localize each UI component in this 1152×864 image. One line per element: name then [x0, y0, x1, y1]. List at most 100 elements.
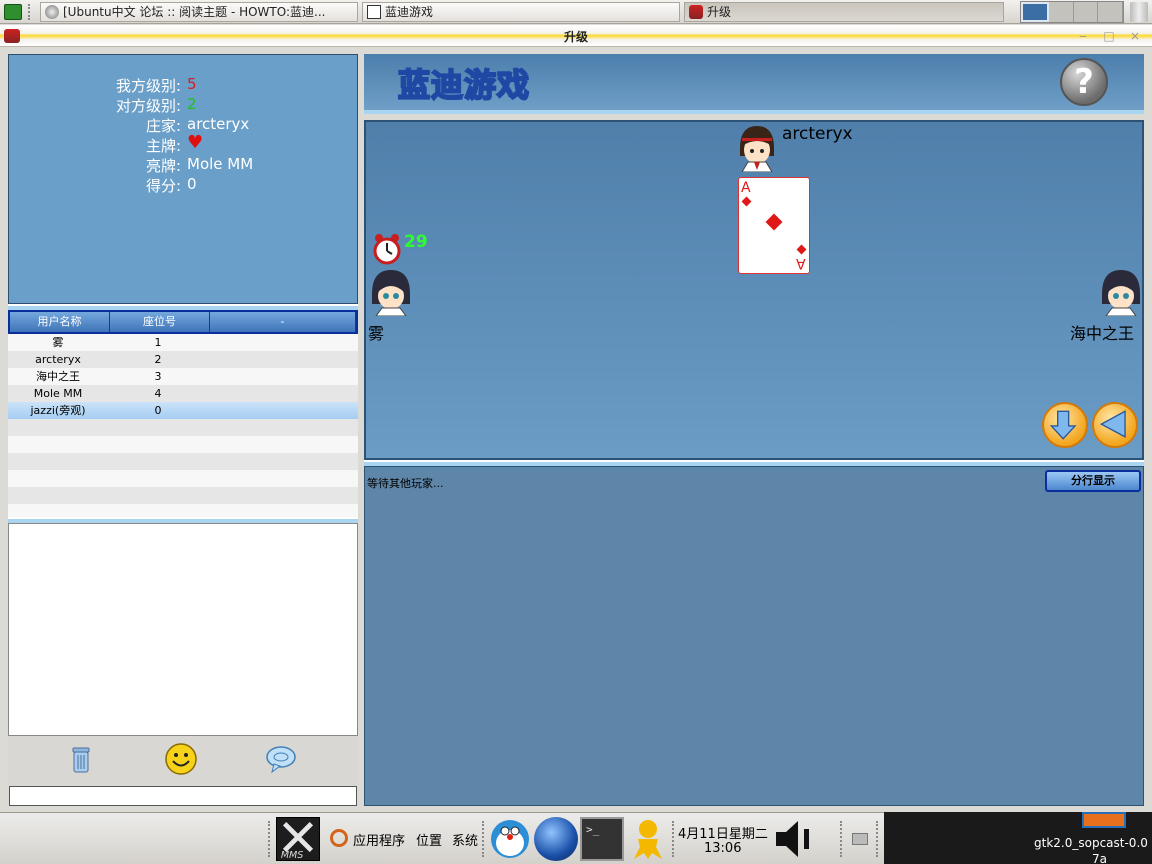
message-area[interactable]: 等待其他玩家... 分行显示: [364, 466, 1144, 806]
applications-menu[interactable]: 应用程序: [353, 830, 405, 849]
col-header-seat[interactable]: 座位号: [110, 312, 210, 332]
score-label: 得分:: [145, 177, 181, 195]
panel-handle[interactable]: [672, 821, 676, 857]
trump-label: 主牌:: [145, 137, 181, 155]
arrow-left-icon: [1099, 410, 1126, 439]
shown-value: Mole MM: [187, 155, 254, 173]
doraemon-logo: [491, 820, 529, 858]
row-seat: 1: [154, 336, 162, 349]
shown-row: 亮牌: Mole MM: [9, 155, 359, 175]
maximize-button[interactable]: □: [1102, 29, 1116, 43]
my-level-label: 我方级别:: [115, 77, 181, 95]
table-header: 用户名称 座位号 -: [8, 310, 358, 334]
dealer-label: 庄家:: [145, 117, 181, 135]
volume-icon[interactable]: [772, 817, 814, 861]
opp-level-row: 对方级别: 2: [9, 95, 359, 115]
trash-icon[interactable]: [1130, 2, 1148, 22]
row-seat: 2: [154, 353, 162, 366]
panel-handle[interactable]: [268, 821, 272, 857]
workspace-2[interactable]: [1048, 2, 1074, 22]
user-list-table: 用户名称 座位号 - 雾1 arcteryx 2 海中之王 3 Mole MM 4 j…: [8, 310, 358, 521]
row-name: 雾: [52, 336, 64, 349]
landi-logo: 蓝迪游戏: [397, 65, 531, 105]
panel-handle[interactable]: [840, 821, 844, 857]
close-button[interactable]: ×: [1128, 29, 1142, 43]
row-seat: 3: [154, 370, 162, 383]
my-level-value: 5: [187, 75, 197, 93]
xmms-icon[interactable]: MMS: [276, 817, 320, 861]
panel-handle[interactable]: [482, 821, 486, 857]
col-header-username[interactable]: 用户名称: [10, 312, 110, 332]
right-player-name: 海中之王: [1070, 324, 1135, 343]
avatar-right-player: [1102, 270, 1140, 316]
card-rank-bottom: A: [796, 255, 806, 271]
row-seat: 4: [154, 387, 162, 400]
table-row[interactable]: 雾1: [8, 334, 358, 351]
gaim-icon[interactable]: [626, 817, 670, 861]
row-extra: [208, 368, 358, 385]
undo-button[interactable]: [1092, 402, 1138, 448]
row-name: 海中之王: [36, 370, 80, 383]
played-card-ace-diamonds[interactable]: A A: [738, 177, 810, 274]
diamond-icon: [765, 213, 783, 231]
window-list-task-line2: 7a: [1092, 852, 1107, 864]
task-shengji-label: 升级: [707, 5, 732, 19]
table-row-selected[interactable]: jazzi(旁观) 0: [8, 402, 358, 419]
row-seat: 0: [154, 404, 162, 417]
gaim-logo: [634, 820, 662, 859]
play-card-button[interactable]: [1042, 402, 1088, 448]
empty-row: [8, 487, 358, 504]
task-browser[interactable]: [Ubuntu中文 论坛 :: 阅读主题 - HOWTO:蓝迪...: [40, 2, 358, 22]
game-info-panel: 我方级别: 5 对方级别: 2 庄家: arcteryx 主牌: ♥ 亮牌: M…: [8, 54, 358, 304]
workspace-switcher[interactable]: [1020, 1, 1124, 23]
system-menu[interactable]: 系统: [452, 830, 478, 849]
minimize-button[interactable]: ‒: [1076, 29, 1090, 43]
ubuntu-logo-icon[interactable]: [330, 829, 348, 847]
avatar-left-player: [372, 270, 410, 316]
places-menu[interactable]: 位置: [416, 830, 442, 849]
window-list-area[interactable]: gtk2.0_sopcast-0.0 7a: [884, 812, 1152, 864]
game-header: 蓝迪游戏 ?: [364, 54, 1144, 114]
table-row[interactable]: Mole MM 4: [8, 385, 358, 402]
arrow-down-icon: [1049, 410, 1077, 440]
heart-icon: ♥: [187, 132, 204, 153]
terminal-icon[interactable]: >_: [580, 817, 624, 861]
col-header-extra[interactable]: -: [210, 312, 356, 332]
firefox-icon[interactable]: [534, 817, 578, 861]
svg-text:MMS: MMS: [281, 850, 304, 860]
table-row[interactable]: 海中之王 3: [8, 368, 358, 385]
card-table[interactable]: arcteryx A A 29 雾 海中之王: [364, 120, 1144, 460]
chat-history[interactable]: [8, 523, 358, 736]
window-list-icon: [1082, 812, 1126, 828]
task-shengji[interactable]: 升级: [684, 2, 1004, 22]
avatar-top-player: [740, 126, 774, 172]
printer-icon[interactable]: [852, 833, 868, 845]
task-landi[interactable]: 蓝迪游戏: [362, 2, 680, 22]
chat-input[interactable]: [9, 786, 357, 806]
shown-label: 亮牌:: [145, 157, 181, 175]
panel-handle[interactable]: [28, 4, 32, 20]
window-icon: [367, 5, 381, 19]
row-name: arcteryx: [35, 353, 81, 366]
chat-bubble-icon[interactable]: [264, 742, 298, 776]
trump-row: 主牌: ♥: [9, 132, 359, 156]
smiley-icon[interactable]: [164, 742, 198, 776]
clock-date[interactable]: 4月11日星期二: [678, 823, 768, 842]
menu-icon[interactable]: [4, 4, 22, 20]
score-value: 0: [187, 175, 197, 193]
diamond-icon: [741, 196, 752, 207]
workspace-1[interactable]: [1021, 2, 1049, 22]
clock-time[interactable]: 13:06: [704, 841, 741, 856]
table-row[interactable]: arcteryx 2: [8, 351, 358, 368]
doraemon-icon[interactable]: [488, 817, 532, 861]
help-button[interactable]: ?: [1060, 58, 1108, 106]
panel-handle[interactable]: [876, 821, 880, 857]
workspace-3[interactable]: [1073, 2, 1099, 22]
trash-icon[interactable]: [64, 742, 98, 776]
split-display-button[interactable]: 分行显示: [1045, 470, 1141, 492]
workspace-4[interactable]: [1098, 2, 1123, 22]
top-panel: [Ubuntu中文 论坛 :: 阅读主题 - HOWTO:蓝迪... 蓝迪游戏 …: [0, 0, 1152, 24]
window-titlebar[interactable]: 升级 ‒ □ ×: [0, 25, 1152, 47]
opp-level-label: 对方级别:: [115, 97, 181, 115]
top-player-name: arcteryx: [782, 124, 853, 144]
